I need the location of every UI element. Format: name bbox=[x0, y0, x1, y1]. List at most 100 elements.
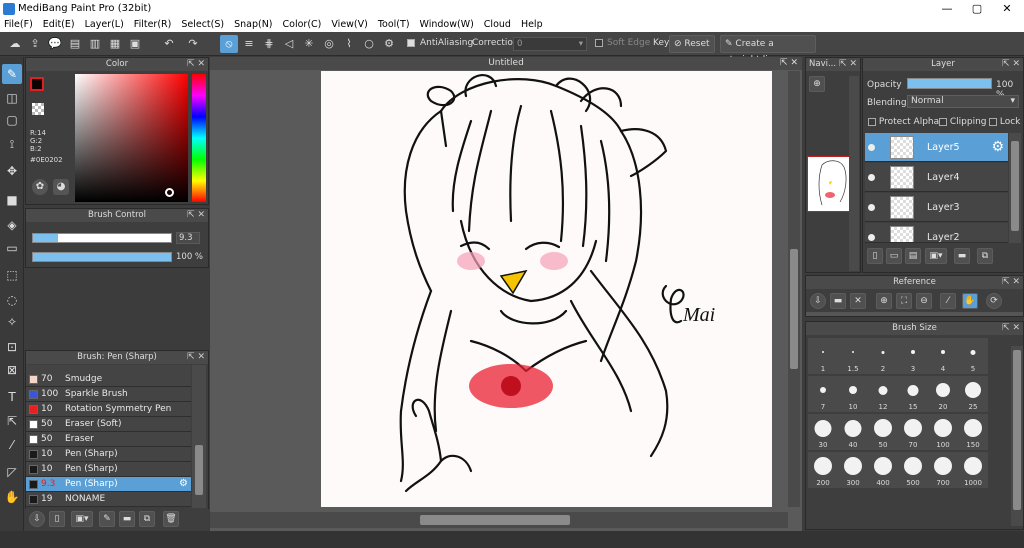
new-halftone-layer-icon[interactable]: ▭ bbox=[886, 248, 902, 264]
menu-help[interactable]: Help bbox=[517, 18, 549, 32]
panel-controls-icon[interactable]: ⇱ ✕ bbox=[1002, 322, 1020, 335]
layout-icon[interactable]: ▣ bbox=[126, 35, 144, 53]
eye-icon[interactable] bbox=[868, 234, 875, 241]
reference-scrollbar[interactable] bbox=[806, 312, 1023, 316]
eye-icon[interactable] bbox=[868, 144, 875, 151]
lasso-select-icon[interactable]: ◌ bbox=[2, 290, 22, 310]
new-layer-icon[interactable]: ▯ bbox=[867, 248, 883, 264]
fit-icon[interactable]: ⛶ bbox=[896, 293, 912, 309]
blending-select[interactable]: Normal ▾ bbox=[907, 95, 1019, 108]
snap-off-icon[interactable]: ⦸ bbox=[220, 35, 238, 53]
parallel-snap-icon[interactable]: ≡ bbox=[240, 35, 258, 53]
brush-size-option[interactable]: 10 bbox=[838, 376, 868, 412]
brush-size-option[interactable]: 7 bbox=[808, 376, 838, 412]
list-item[interactable]: 50 Eraser bbox=[26, 432, 191, 447]
brush-size-option[interactable]: 1000 bbox=[958, 452, 988, 488]
select-eraser-icon[interactable]: ⊠ bbox=[2, 360, 22, 380]
maximize-button[interactable]: ▢ bbox=[962, 0, 992, 18]
panel-controls-icon[interactable]: ⇱ ✕ bbox=[187, 58, 205, 71]
canvas-horizontal-scrollbar[interactable] bbox=[210, 512, 788, 528]
list-item[interactable]: 10 Pen (Sharp) bbox=[26, 447, 191, 462]
canvas-vertical-scrollbar[interactable] bbox=[788, 71, 800, 507]
brush-size-option[interactable]: 70 bbox=[898, 414, 928, 450]
clipping-checkbox[interactable]: Clipping bbox=[939, 117, 987, 127]
layer-row-layer4[interactable]: Layer4 bbox=[865, 163, 1008, 192]
redo-icon[interactable]: ↷ bbox=[184, 35, 202, 53]
color-picker-cursor[interactable] bbox=[165, 188, 174, 197]
radial-snap-icon[interactable]: ✳ bbox=[300, 35, 318, 53]
protect-alpha-checkbox[interactable]: Protect Alpha bbox=[868, 117, 939, 127]
zoom-in-icon[interactable]: ⊕ bbox=[876, 293, 892, 309]
gradient-tool-icon[interactable]: ▭ bbox=[2, 238, 22, 258]
brush-size-option[interactable]: 3 bbox=[898, 338, 928, 374]
menu-window[interactable]: Window(W) bbox=[416, 18, 480, 32]
brush-size-option[interactable]: 25 bbox=[958, 376, 988, 412]
brush-size-option[interactable]: 700 bbox=[928, 452, 958, 488]
panel-controls-icon[interactable]: ⇱ ✕ bbox=[1002, 276, 1020, 289]
add-layer-dropdown-icon[interactable]: ▣▾ bbox=[925, 248, 947, 264]
brush-size-slider[interactable] bbox=[32, 233, 172, 243]
magic-wand-icon[interactable]: ✧ bbox=[2, 312, 22, 332]
brush-list-scrollbar[interactable] bbox=[192, 365, 206, 508]
brush-size-option[interactable]: 4 bbox=[928, 338, 958, 374]
palette-icon[interactable]: ✿ bbox=[32, 179, 48, 195]
lock-checkbox[interactable]: Lock bbox=[989, 117, 1020, 127]
list-item[interactable]: 70 Smudge bbox=[26, 372, 191, 387]
menu-cloud[interactable]: Cloud bbox=[480, 18, 517, 32]
circle-snap-icon[interactable]: ◎ bbox=[320, 35, 338, 53]
scrollbar-thumb[interactable] bbox=[1013, 350, 1021, 510]
document-icon[interactable]: ▤ bbox=[66, 35, 84, 53]
move-tool-icon[interactable]: ✥ bbox=[2, 161, 22, 181]
rotate-icon[interactable]: ⟳ bbox=[986, 293, 1002, 309]
trash-icon[interactable]: 🗑 bbox=[163, 511, 179, 527]
undo-icon[interactable]: ↶ bbox=[160, 35, 178, 53]
brush-size-option[interactable]: 15 bbox=[898, 376, 928, 412]
panel-controls-icon[interactable]: ⇱ ✕ bbox=[187, 209, 205, 222]
text-tool-icon[interactable]: T bbox=[2, 387, 22, 407]
select-pen-icon[interactable]: ⊡ bbox=[2, 337, 22, 357]
eyedropper-icon[interactable]: ⁄ bbox=[940, 293, 956, 309]
navigator-scrollbar[interactable] bbox=[849, 76, 859, 271]
comment-icon[interactable]: 💬 bbox=[46, 35, 64, 53]
share-icon[interactable]: ⇪ bbox=[26, 35, 44, 53]
vanish-snap-icon[interactable]: ◁ bbox=[280, 35, 298, 53]
brush-size-option[interactable]: 5 bbox=[958, 338, 988, 374]
zoom-out-icon[interactable]: ⊖ bbox=[916, 293, 932, 309]
brush-size-option[interactable]: 200 bbox=[808, 452, 838, 488]
brush-size-option[interactable]: 300 bbox=[838, 452, 868, 488]
layer-opacity-slider[interactable] bbox=[907, 78, 992, 89]
brush-tool-icon[interactable]: ✎ bbox=[2, 64, 22, 84]
brush-size-option[interactable]: 400 bbox=[868, 452, 898, 488]
edit-brush-icon[interactable]: ✎ bbox=[99, 511, 115, 527]
new-8bit-layer-icon[interactable]: ▤ bbox=[905, 248, 921, 264]
menu-color[interactable]: Color(C) bbox=[279, 18, 328, 32]
list-item[interactable]: 19 NONAME bbox=[26, 492, 191, 507]
select-tool-icon[interactable]: ⬚ bbox=[2, 265, 22, 285]
canvas-tab[interactable]: Untitled ⇱ ✕ bbox=[210, 57, 802, 70]
brush-size-option[interactable]: 50 bbox=[868, 414, 898, 450]
folder-icon[interactable]: ▬ bbox=[954, 248, 970, 264]
drawing-canvas[interactable]: Mai bbox=[321, 71, 772, 507]
eraser-tool-icon[interactable]: ◫ bbox=[2, 88, 22, 108]
scrollbar-thumb[interactable] bbox=[1011, 141, 1019, 231]
menu-file[interactable]: File(F) bbox=[0, 18, 39, 32]
zoom-icon[interactable]: ⊕ bbox=[809, 76, 825, 92]
close-icon[interactable]: ✕ bbox=[850, 293, 866, 309]
menu-view[interactable]: View(V) bbox=[327, 18, 373, 32]
panel-controls-icon[interactable]: ⇱ ✕ bbox=[187, 351, 205, 364]
panel-controls-icon[interactable]: ⇱ ✕ bbox=[1002, 58, 1020, 71]
hand-icon[interactable]: ✋ bbox=[962, 293, 978, 309]
cloud-icon[interactable]: ☁ bbox=[6, 35, 24, 53]
hand-tool-icon[interactable]: ✋ bbox=[2, 487, 22, 507]
cloud-download-icon[interactable]: ⇩ bbox=[810, 293, 826, 309]
new-brush-icon[interactable]: ▯ bbox=[49, 511, 65, 527]
curve-snap-icon[interactable]: ⌇ bbox=[340, 35, 358, 53]
soft-edge-checkbox[interactable] bbox=[595, 38, 603, 48]
eye-icon[interactable] bbox=[868, 204, 875, 211]
menu-filter[interactable]: Filter(R) bbox=[130, 18, 178, 32]
layer-row-layer2[interactable]: Layer2 bbox=[865, 223, 1008, 243]
duplicate-icon[interactable]: ⧉ bbox=[139, 511, 155, 527]
brush-size-option[interactable]: 40 bbox=[838, 414, 868, 450]
panel-controls-icon[interactable]: ⇱ ✕ bbox=[780, 57, 798, 70]
minimize-button[interactable]: — bbox=[932, 0, 962, 18]
